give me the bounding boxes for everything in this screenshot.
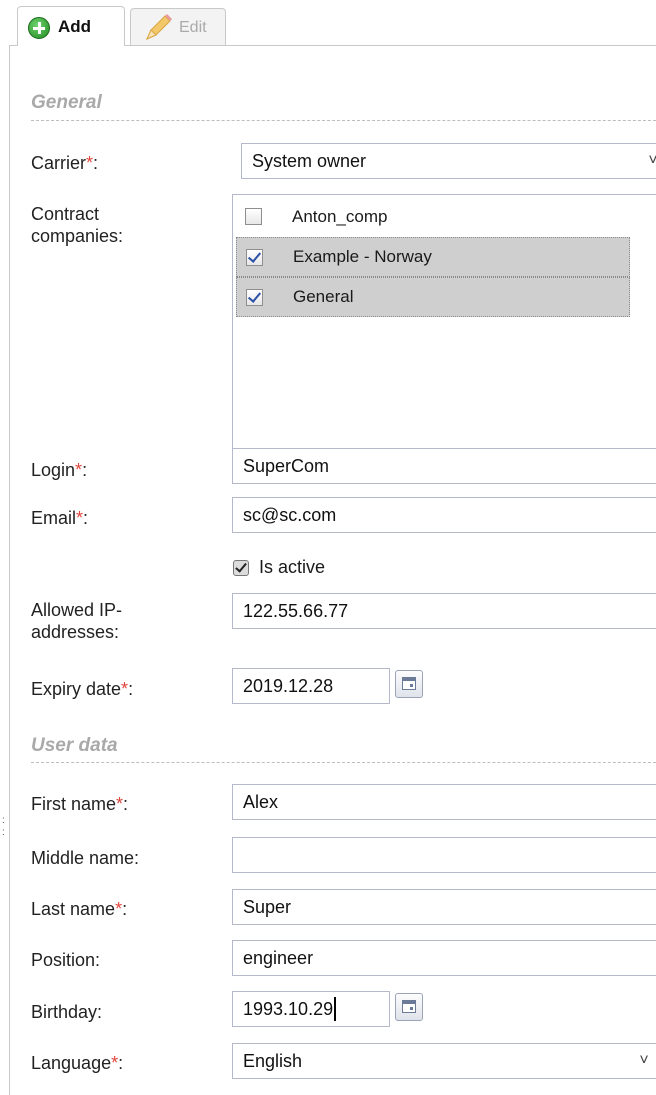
last-name-label: Last name*: (31, 899, 128, 919)
text-caret (334, 997, 336, 1021)
middle-name-label: Middle name: (31, 848, 140, 868)
birthday-input[interactable]: 1993.10.29 (232, 991, 390, 1027)
language-value: English (243, 1050, 303, 1071)
section-separator (31, 762, 656, 763)
tab-add[interactable]: Add (17, 6, 125, 46)
checkbox-icon[interactable] (245, 208, 262, 225)
section-title-user-data: User data (31, 735, 118, 756)
birthday-label: Birthday: (31, 1002, 103, 1022)
allowed-ip-input[interactable] (232, 593, 656, 629)
position-input[interactable] (232, 940, 656, 976)
carrier-value: System owner (252, 150, 367, 171)
first-name-input[interactable] (232, 784, 656, 820)
email-input[interactable] (232, 497, 656, 533)
carrier-select[interactable]: System owner ˅ (241, 143, 656, 179)
expiry-date-label: Expiry date*: (31, 679, 134, 699)
list-item[interactable]: General (236, 277, 630, 317)
expiry-date-input[interactable] (232, 668, 390, 704)
is-active-checkbox[interactable]: Is active (233, 557, 325, 578)
contract-companies-label: Contract companies: (31, 204, 124, 246)
stray-marks: :: (2, 815, 5, 838)
login-label: Login*: (31, 460, 88, 480)
expiry-date-picker-button[interactable] (395, 670, 423, 698)
add-circle-icon (28, 17, 50, 39)
allowed-ip-label: Allowed IP- addresses: (31, 600, 123, 642)
last-name-input[interactable] (232, 889, 656, 925)
list-item[interactable]: Anton_comp (236, 197, 630, 237)
pencil-icon (146, 14, 172, 40)
checkbox-icon[interactable] (246, 289, 263, 306)
language-label: Language*: (31, 1053, 124, 1073)
chevron-down-icon[interactable]: ˅ (629, 1045, 656, 1077)
calendar-icon (402, 677, 416, 690)
chevron-down-icon[interactable]: ˅ (638, 145, 656, 177)
language-select[interactable]: English ˅ (232, 1043, 656, 1079)
section-separator (31, 120, 656, 121)
login-input[interactable] (232, 448, 656, 484)
contract-companies-list[interactable]: Anton_comp Example - Norway General (232, 194, 656, 458)
section-title-general: General (31, 92, 102, 113)
email-label: Email*: (31, 508, 89, 528)
tab-edit[interactable]: Edit (130, 8, 226, 46)
first-name-label: First name*: (31, 794, 129, 814)
birthday-picker-button[interactable] (395, 993, 423, 1021)
tab-add-label: Add (58, 17, 92, 36)
is-active-label: Is active (259, 557, 326, 577)
middle-name-input[interactable] (232, 837, 656, 873)
birthday-value: 1993.10.29 (243, 998, 334, 1019)
carrier-label: Carrier*: (31, 153, 99, 173)
list-item[interactable]: Example - Norway (236, 237, 630, 277)
checkbox-icon[interactable] (246, 249, 263, 266)
form-panel: General Carrier*: System owner ˅ Contrac… (9, 45, 656, 1095)
position-label: Position: (31, 950, 101, 970)
checkbox-icon[interactable] (233, 559, 249, 576)
calendar-icon (402, 1000, 416, 1013)
tab-edit-label: Edit (179, 19, 207, 36)
